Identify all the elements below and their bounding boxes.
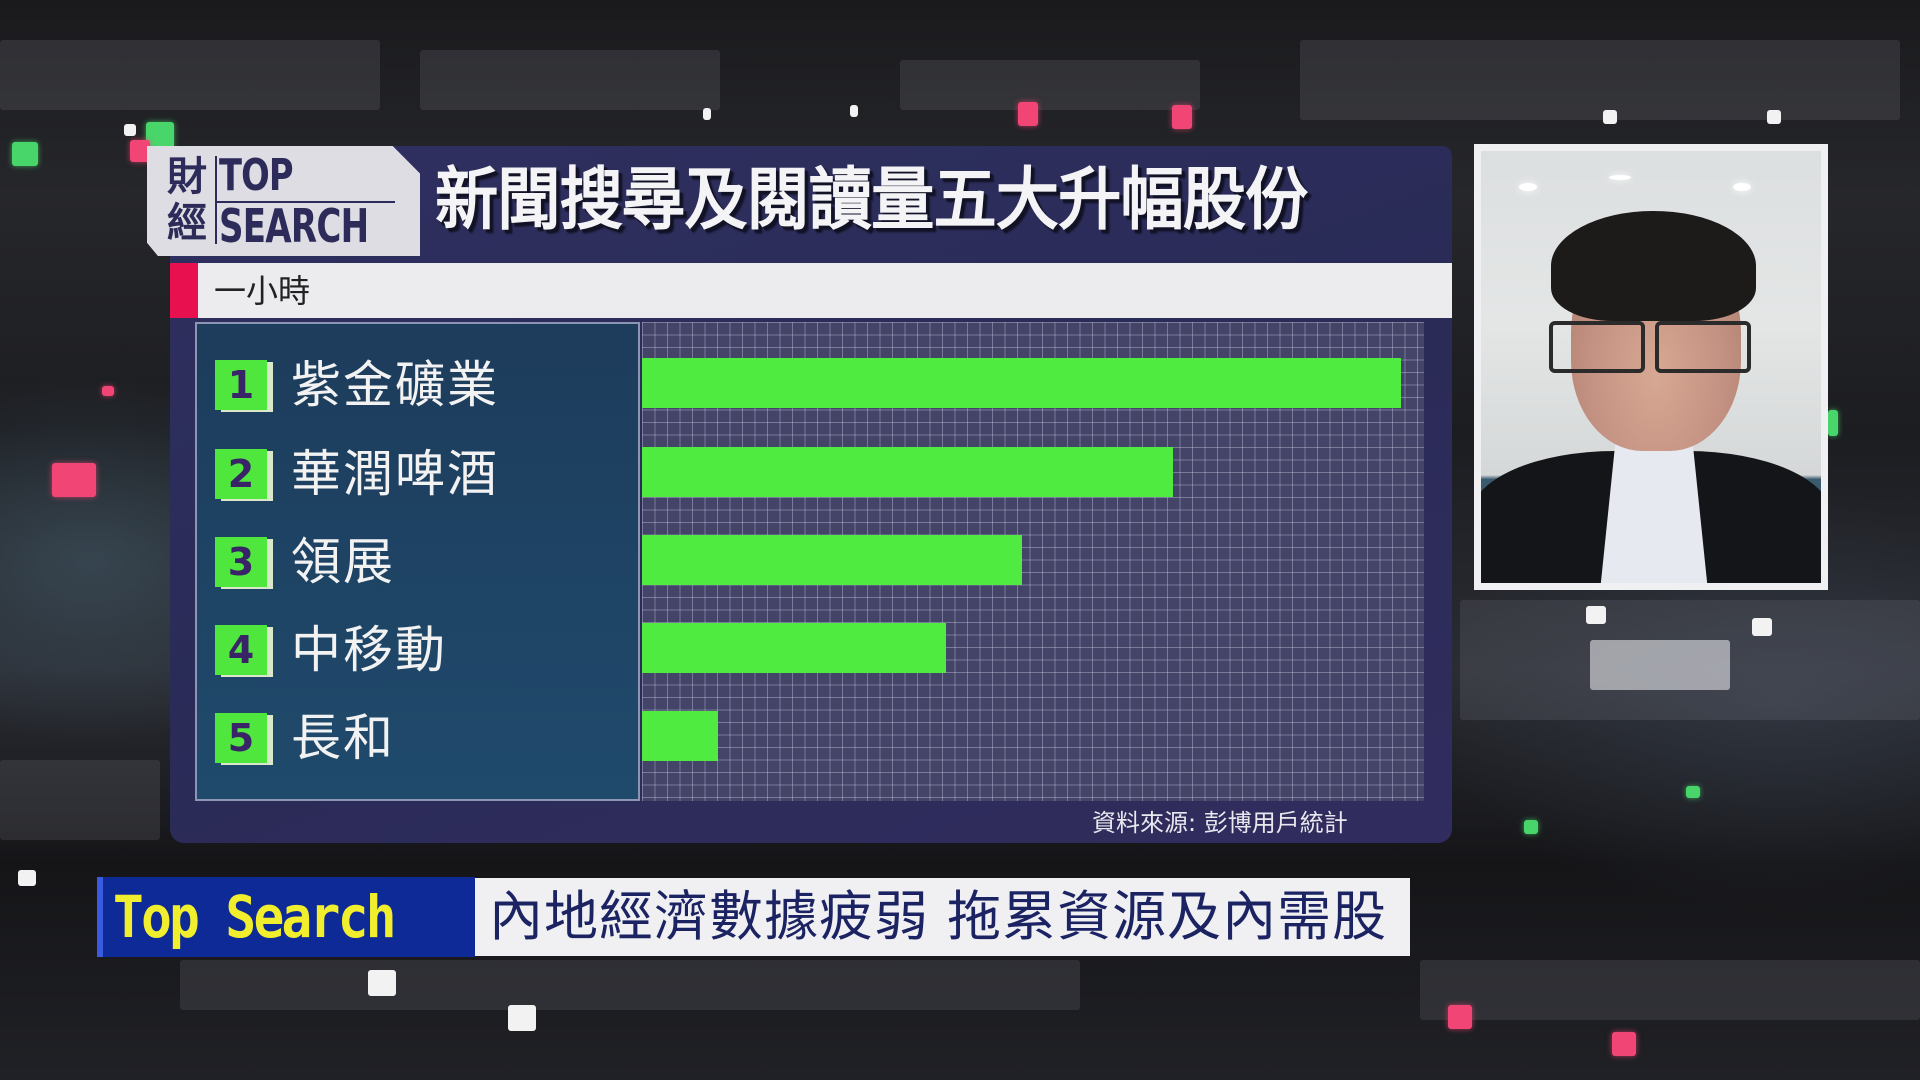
decor-square [850, 105, 858, 117]
rank-row: 4 中移動 [215, 622, 447, 678]
bar-1 [642, 358, 1402, 408]
period-label: 一小時 [214, 272, 311, 310]
decor-square [1172, 105, 1192, 129]
guest-video-frame [1474, 144, 1828, 590]
rank-badge: 2 [215, 449, 267, 499]
decor-square [1686, 786, 1700, 798]
bar-plot-area [642, 322, 1424, 801]
stock-name: 紫金礦業 [291, 356, 499, 414]
decor-square [1612, 1032, 1636, 1056]
news-ticker: Top Search 內地經濟數據疲弱 拖累資源及內需股 [97, 877, 1410, 957]
period-accent-marker [170, 263, 198, 318]
decor-square [102, 386, 114, 396]
rank-row: 5 長和 [215, 710, 395, 766]
bar-3 [642, 535, 1022, 585]
decor-square [52, 463, 96, 497]
rank-row: 2 華潤啤酒 [215, 446, 499, 502]
decor-square [1524, 820, 1538, 834]
period-strip: 一小時 [170, 263, 1452, 318]
logo-text-search: SEARCH [219, 199, 369, 253]
decor-square [18, 870, 36, 886]
top-search-logo: 財 經 TOP SEARCH [147, 146, 420, 256]
decor-square [1448, 1005, 1472, 1029]
rank-row: 3 領展 [215, 534, 395, 590]
stock-name: 領展 [291, 533, 395, 591]
guest-shirt [1599, 441, 1709, 583]
ticker-headline: 內地經濟數據疲弱 拖累資源及內需股 [475, 878, 1410, 956]
decor-square [1018, 102, 1038, 126]
logo-chinese: 財 經 [167, 154, 211, 246]
decor-square [368, 970, 396, 996]
decor-square [1828, 410, 1838, 436]
guest-glasses [1543, 321, 1763, 373]
bar-2 [642, 447, 1174, 497]
ranking-list: 1 紫金礦業 2 華潤啤酒 3 領展 4 中移動 5 長和 [195, 322, 640, 801]
stock-name: 華潤啤酒 [291, 445, 499, 503]
rank-badge: 4 [215, 625, 267, 675]
stock-name: 長和 [291, 709, 395, 767]
decor-square [124, 124, 136, 136]
chart-title: 新聞搜尋及閱讀量五大升幅股份 [435, 161, 1308, 240]
rank-row: 1 紫金礦業 [215, 357, 499, 413]
guest-hair [1551, 211, 1756, 321]
decor-square [1752, 618, 1772, 636]
guest-video-feed [1481, 151, 1821, 583]
rank-badge: 3 [215, 537, 267, 587]
decor-square [508, 1005, 536, 1031]
decor-square [703, 108, 711, 120]
bar-5 [642, 711, 718, 761]
decor-square [1767, 110, 1781, 124]
rank-badge: 1 [215, 360, 267, 410]
data-source-note: 資料來源: 彭博用戶統計 [1092, 809, 1348, 837]
logo-char-top: 財 [167, 154, 207, 200]
stock-name: 中移動 [291, 621, 447, 679]
decor-square [1603, 110, 1617, 124]
logo-text-top: TOP [219, 150, 294, 201]
decor-square [1586, 606, 1606, 624]
rank-badge: 5 [215, 713, 267, 763]
logo-divider-vertical [215, 156, 217, 244]
ticker-tag-text: Top Search [113, 883, 397, 951]
logo-char-bottom: 經 [167, 200, 207, 246]
bar-4 [642, 623, 946, 673]
decor-square [12, 142, 38, 166]
ticker-tag: Top Search [97, 877, 475, 957]
